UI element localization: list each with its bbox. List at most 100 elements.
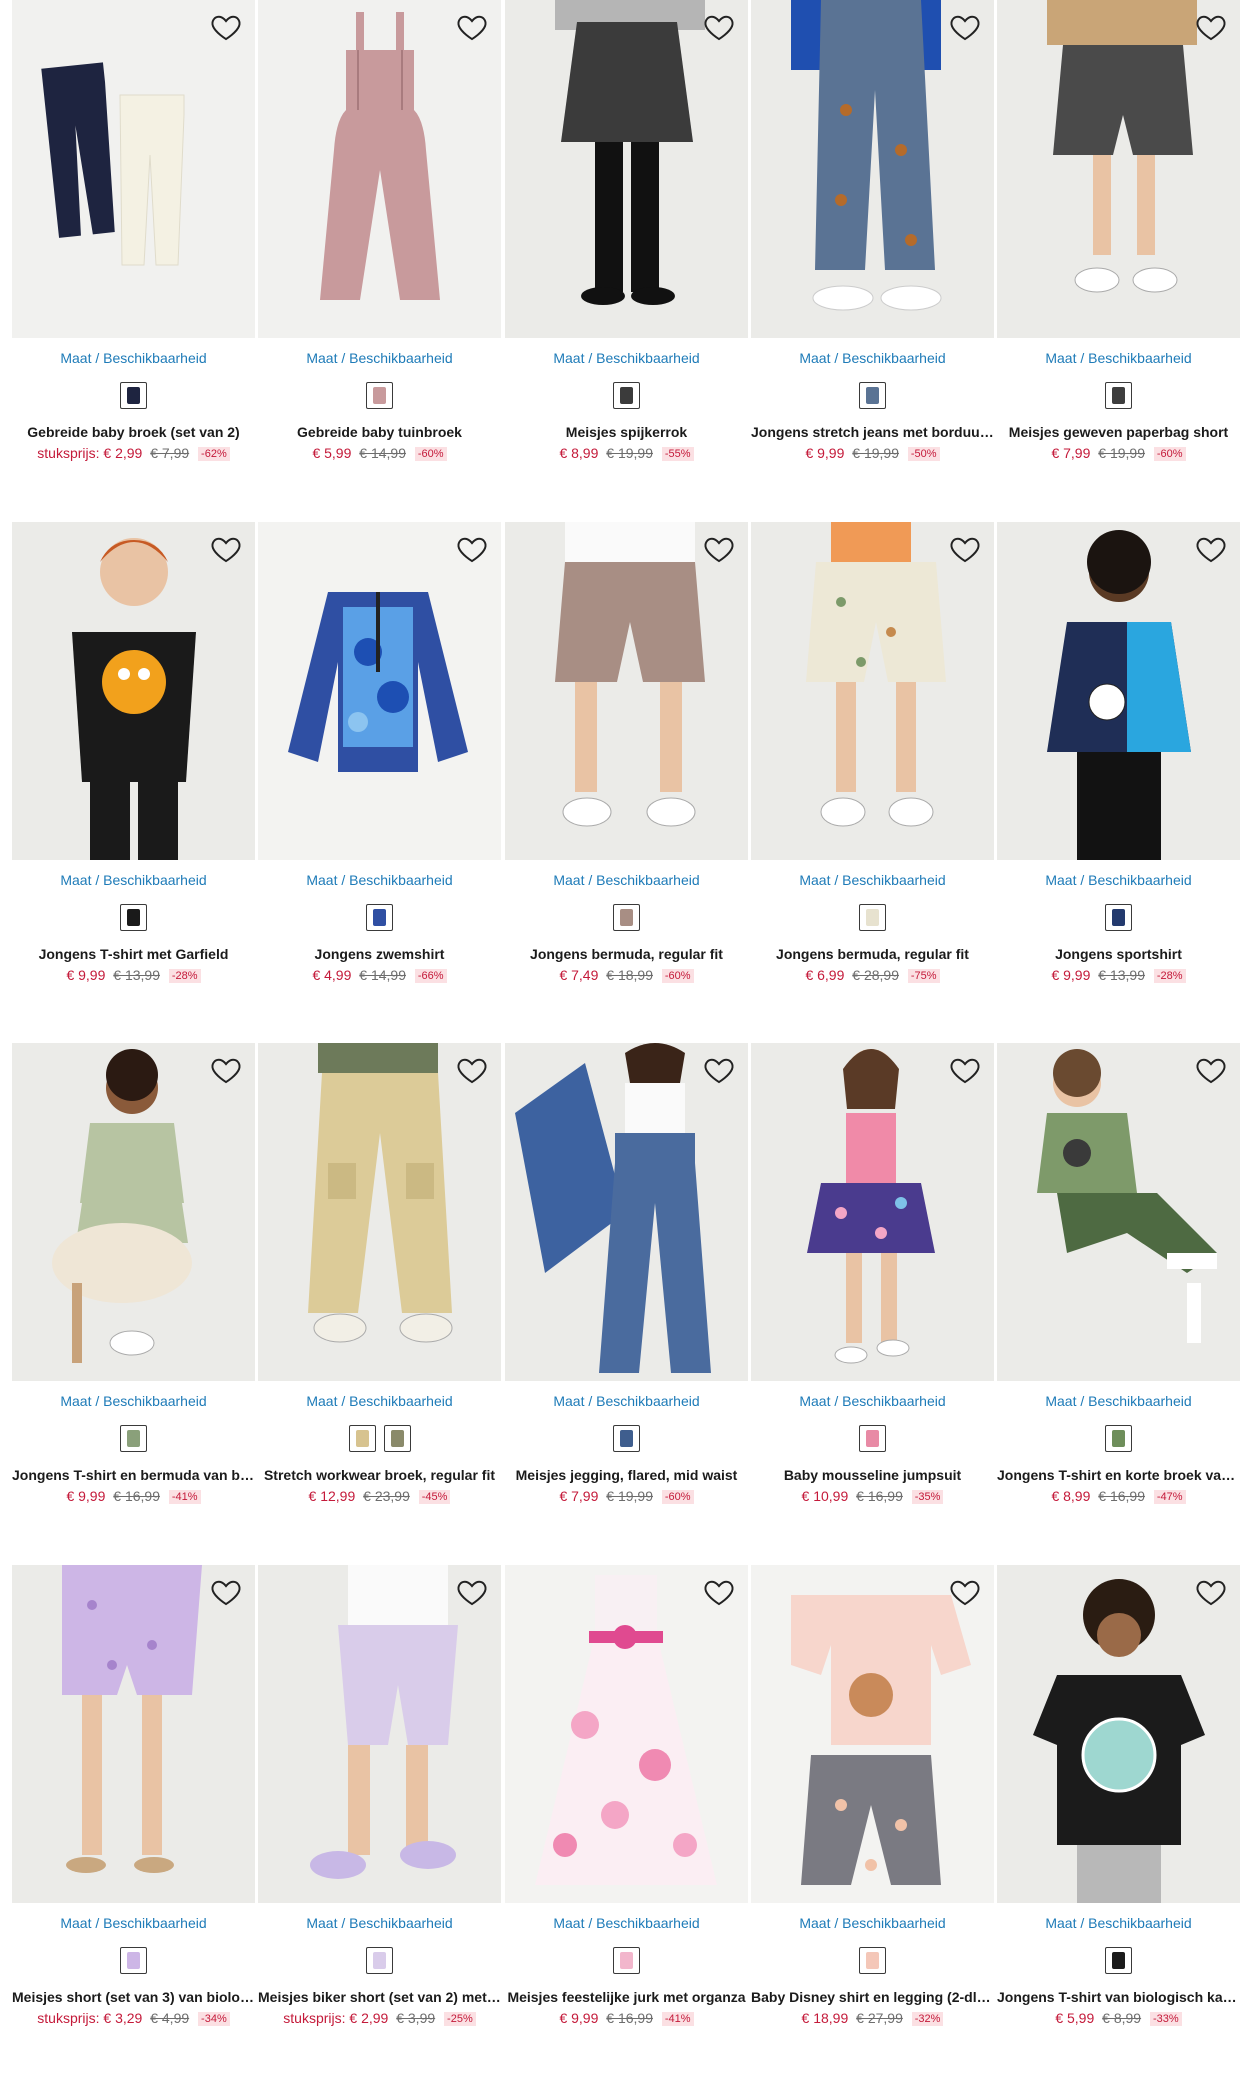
size-availability-link[interactable]: Maat / Beschikbaarheid: [751, 350, 994, 366]
color-swatch[interactable]: [859, 382, 886, 409]
size-availability-link[interactable]: Maat / Beschikbaarheid: [997, 1915, 1240, 1931]
favorite-heart-icon[interactable]: [1194, 1575, 1228, 1609]
color-swatch[interactable]: [383, 1425, 411, 1452]
favorite-heart-icon[interactable]: [455, 1575, 489, 1609]
product-card[interactable]: Maat / Beschikbaarheid Baby Disney shirt…: [751, 1565, 994, 2045]
product-card[interactable]: Maat / Beschikbaarheid Jongens T-shirt v…: [997, 1565, 1240, 2045]
product-card[interactable]: Maat / Beschikbaarheid Meisjes biker sho…: [258, 1565, 501, 2045]
favorite-heart-icon[interactable]: [455, 532, 489, 566]
color-swatch[interactable]: [120, 382, 147, 409]
product-title[interactable]: Baby mousseline jumpsuit: [751, 1467, 994, 1483]
color-swatch[interactable]: [120, 1425, 147, 1452]
size-availability-link[interactable]: Maat / Beschikbaarheid: [997, 872, 1240, 888]
favorite-heart-icon[interactable]: [948, 1053, 982, 1087]
product-image[interactable]: [258, 522, 501, 860]
product-title[interactable]: Meisjes spijkerrok: [505, 424, 748, 440]
favorite-heart-icon[interactable]: [455, 10, 489, 44]
product-image[interactable]: [505, 1565, 748, 1903]
color-swatch[interactable]: [120, 904, 147, 931]
color-swatch[interactable]: [613, 1947, 640, 1974]
product-card[interactable]: Maat / Beschikbaarheid Meisjes short (se…: [12, 1565, 255, 2045]
size-availability-link[interactable]: Maat / Beschikbaarheid: [505, 1393, 748, 1409]
product-card[interactable]: Maat / Beschikbaarheid Meisjes feestelij…: [505, 1565, 748, 2045]
color-swatch[interactable]: [366, 1947, 393, 1974]
color-swatch[interactable]: [1105, 382, 1132, 409]
color-swatch[interactable]: [1105, 904, 1132, 931]
product-image[interactable]: [258, 0, 501, 338]
product-card[interactable]: Maat / Beschikbaarheid Jongens bermuda, …: [751, 522, 994, 1002]
product-card[interactable]: Maat / Beschikbaarheid Jongens stretch j…: [751, 0, 994, 480]
favorite-heart-icon[interactable]: [209, 10, 243, 44]
size-availability-link[interactable]: Maat / Beschikbaarheid: [12, 872, 255, 888]
product-image[interactable]: [505, 0, 748, 338]
color-swatch[interactable]: [120, 1947, 147, 1974]
color-swatch[interactable]: [1105, 1947, 1132, 1974]
color-swatch[interactable]: [613, 382, 640, 409]
product-title[interactable]: Meisjes biker short (set van 2) met kant: [258, 1989, 501, 2005]
size-availability-link[interactable]: Maat / Beschikbaarheid: [258, 1915, 501, 1931]
product-image[interactable]: [12, 522, 255, 860]
product-card[interactable]: Maat / Beschikbaarheid Jongens zwemshirt…: [258, 522, 501, 1002]
product-card[interactable]: Maat / Beschikbaarheid Baby mousseline j…: [751, 1043, 994, 1523]
size-availability-link[interactable]: Maat / Beschikbaarheid: [997, 350, 1240, 366]
product-image[interactable]: [258, 1043, 501, 1381]
product-card[interactable]: Maat / Beschikbaarheid Jongens bermuda, …: [505, 522, 748, 1002]
color-swatch[interactable]: [613, 904, 640, 931]
size-availability-link[interactable]: Maat / Beschikbaarheid: [12, 350, 255, 366]
product-card[interactable]: Maat / Beschikbaarheid Jongens T-shirt m…: [12, 522, 255, 1002]
product-image[interactable]: [997, 522, 1240, 860]
product-card[interactable]: Maat / Beschikbaarheid Jongens T-shirt e…: [12, 1043, 255, 1523]
product-title[interactable]: Jongens T-shirt en bermuda van biologisc…: [12, 1467, 255, 1483]
favorite-heart-icon[interactable]: [209, 1053, 243, 1087]
size-availability-link[interactable]: Maat / Beschikbaarheid: [505, 872, 748, 888]
product-card[interactable]: Maat / Beschikbaarheid Jongens T-shirt e…: [997, 1043, 1240, 1523]
product-image[interactable]: [751, 522, 994, 860]
size-availability-link[interactable]: Maat / Beschikbaarheid: [258, 872, 501, 888]
product-card[interactable]: Maat / Beschikbaarheid Gebreide baby bro…: [12, 0, 255, 480]
favorite-heart-icon[interactable]: [209, 532, 243, 566]
size-availability-link[interactable]: Maat / Beschikbaarheid: [751, 1393, 994, 1409]
product-image[interactable]: [997, 0, 1240, 338]
product-card[interactable]: Maat / Beschikbaarheid Gebreide baby tui…: [258, 0, 501, 480]
favorite-heart-icon[interactable]: [702, 10, 736, 44]
product-card[interactable]: Maat / Beschikbaarheid Meisjes geweven p…: [997, 0, 1240, 480]
product-title[interactable]: Jongens stretch jeans met borduursel: [751, 424, 994, 440]
product-image[interactable]: [751, 0, 994, 338]
size-availability-link[interactable]: Maat / Beschikbaarheid: [505, 1915, 748, 1931]
size-availability-link[interactable]: Maat / Beschikbaarheid: [751, 872, 994, 888]
product-title[interactable]: Jongens bermuda, regular fit: [505, 946, 748, 962]
product-image[interactable]: [997, 1565, 1240, 1903]
product-title[interactable]: Jongens T-shirt en korte broek van biolo…: [997, 1467, 1240, 1483]
product-title[interactable]: Meisjes short (set van 3) van biologisch…: [12, 1989, 255, 2005]
color-swatch[interactable]: [1105, 1425, 1132, 1452]
product-title[interactable]: Meisjes feestelijke jurk met organza: [505, 1989, 748, 2005]
color-swatch[interactable]: [859, 904, 886, 931]
size-availability-link[interactable]: Maat / Beschikbaarheid: [258, 1393, 501, 1409]
product-title[interactable]: Jongens sportshirt: [997, 946, 1240, 962]
color-swatch[interactable]: [859, 1425, 886, 1452]
favorite-heart-icon[interactable]: [702, 1575, 736, 1609]
product-image[interactable]: [997, 1043, 1240, 1381]
favorite-heart-icon[interactable]: [1194, 532, 1228, 566]
favorite-heart-icon[interactable]: [1194, 10, 1228, 44]
product-title[interactable]: Meisjes geweven paperbag short: [997, 424, 1240, 440]
color-swatch[interactable]: [348, 1425, 376, 1452]
color-swatch[interactable]: [613, 1425, 640, 1452]
color-swatch[interactable]: [859, 1947, 886, 1974]
product-image[interactable]: [505, 522, 748, 860]
color-swatch[interactable]: [366, 904, 393, 931]
favorite-heart-icon[interactable]: [455, 1053, 489, 1087]
size-availability-link[interactable]: Maat / Beschikbaarheid: [12, 1393, 255, 1409]
product-image[interactable]: [12, 0, 255, 338]
favorite-heart-icon[interactable]: [948, 532, 982, 566]
product-image[interactable]: [751, 1043, 994, 1381]
product-image[interactable]: [258, 1565, 501, 1903]
product-card[interactable]: Maat / Beschikbaarheid Meisjes jegging, …: [505, 1043, 748, 1523]
product-image[interactable]: [751, 1565, 994, 1903]
size-availability-link[interactable]: Maat / Beschikbaarheid: [12, 1915, 255, 1931]
product-card[interactable]: Maat / Beschikbaarheid Meisjes spijkerro…: [505, 0, 748, 480]
product-title[interactable]: Jongens T-shirt met Garfield: [12, 946, 255, 962]
favorite-heart-icon[interactable]: [1194, 1053, 1228, 1087]
product-title[interactable]: Jongens T-shirt van biologisch katoen: [997, 1989, 1240, 2005]
product-title[interactable]: Stretch workwear broek, regular fit: [258, 1467, 501, 1483]
